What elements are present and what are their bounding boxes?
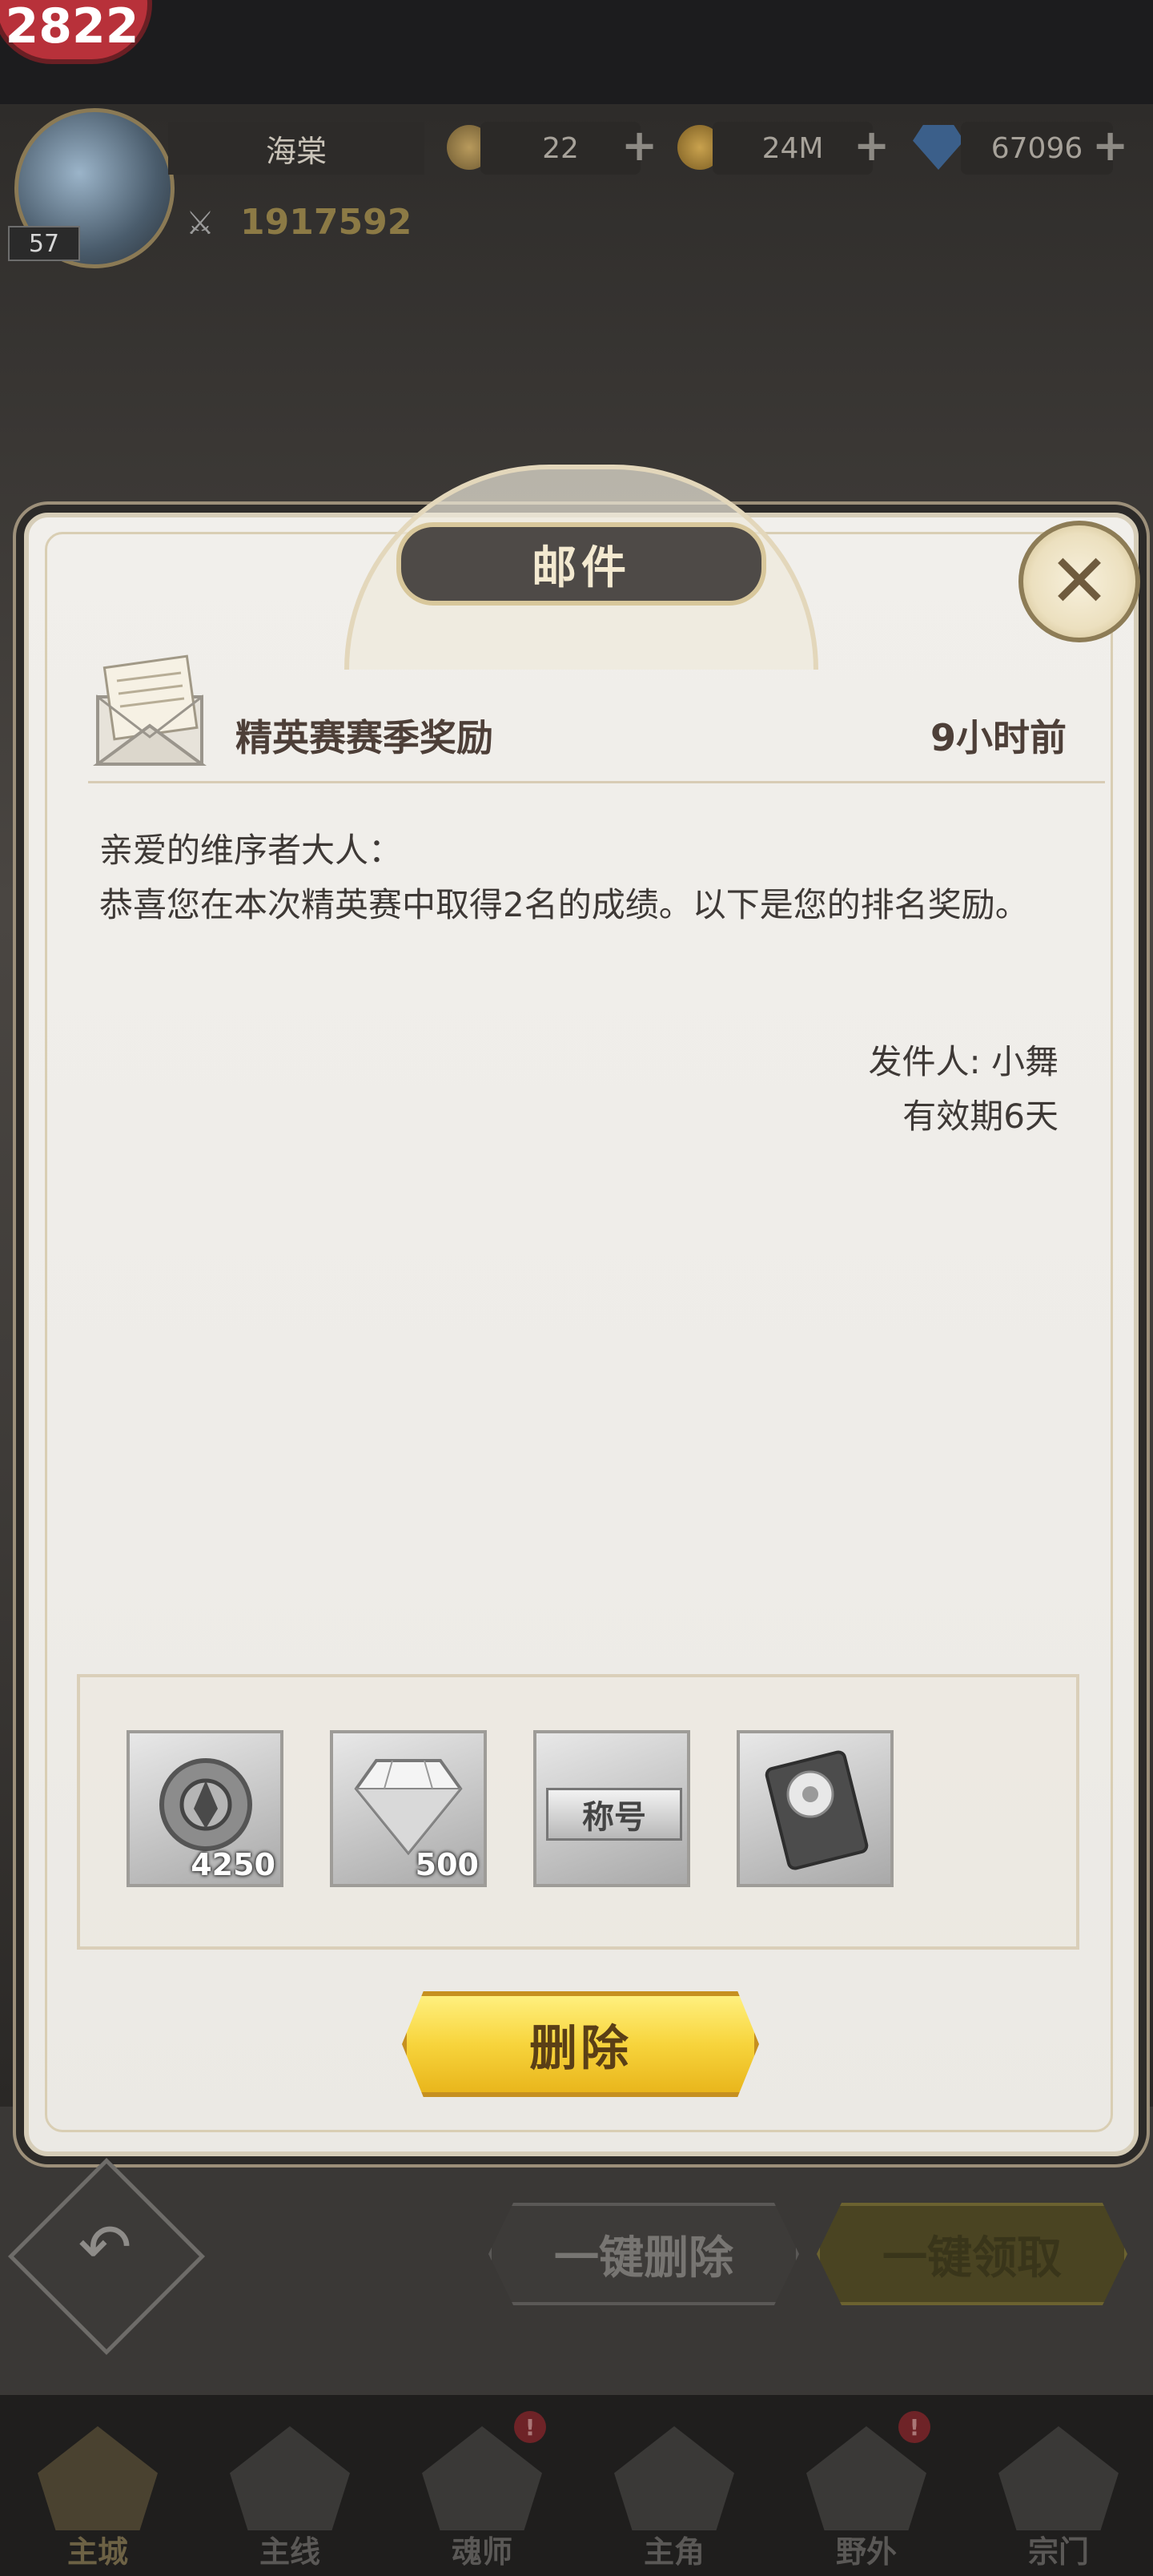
envelope-icon <box>93 654 207 766</box>
swords-icon: ⚔ <box>186 205 215 242</box>
player-name: 海棠 <box>168 122 424 175</box>
hero-icon <box>614 2426 734 2530</box>
modal-title: 邮件 <box>396 522 766 606</box>
reward-item-emblem[interactable]: 4250 <box>127 1730 283 1887</box>
nav-label: 野外 <box>835 2534 897 2570</box>
top-bar <box>0 0 1153 104</box>
add-diamonds-button[interactable]: + <box>1092 120 1128 171</box>
bulk-delete-button[interactable]: 一键删除 <box>488 2203 799 2305</box>
mail-time: 9小时前 <box>930 716 1067 759</box>
reward-item-title[interactable]: 称号 <box>533 1730 690 1887</box>
divider <box>88 781 1105 783</box>
reward-count: 4250 <box>191 1847 275 1882</box>
nav-item-main-story[interactable]: 主线 <box>210 2411 370 2571</box>
alert-badge: ! <box>898 2411 930 2443</box>
alert-badge: ! <box>514 2411 546 2443</box>
back-icon: ↶ <box>78 2209 132 2284</box>
nav-item-soul-master[interactable]: ! 魂师 <box>402 2411 562 2571</box>
sect-icon <box>998 2426 1119 2530</box>
reward-item-diamond[interactable]: 500 <box>330 1730 487 1887</box>
nav-item-main-city[interactable]: 主城 <box>18 2411 178 2571</box>
nav-label: 魂师 <box>451 2534 512 2570</box>
resource-value-diamonds: 67096 <box>961 122 1113 175</box>
resource-value-gold: 24M <box>713 122 873 175</box>
castle-icon <box>38 2426 158 2530</box>
combat-power: 1917592 <box>240 202 412 243</box>
delete-button[interactable]: 删除 <box>402 1991 759 2097</box>
nav-item-field[interactable]: ! 野外 <box>786 2411 946 2571</box>
nav-label: 主线 <box>259 2534 320 2570</box>
nav-label: 主城 <box>66 2534 128 2570</box>
mail-subject: 精英赛赛季奖励 <box>235 716 493 759</box>
nav-item-sect[interactable]: 宗门 <box>978 2411 1139 2571</box>
diamond-icon <box>354 1759 463 1856</box>
add-tokens-button[interactable]: + <box>621 120 657 171</box>
card-icon <box>765 1750 869 1870</box>
mail-body: 亲爱的维序者大人： 恭喜您在本次精英赛中取得2名的成绩。以下是您的排名奖励。 <box>99 823 1076 932</box>
mail-expiry: 有效期6天 <box>902 1097 1059 1136</box>
close-button[interactable]: ✕ <box>1018 521 1140 642</box>
nav-item-hero[interactable]: 主角 <box>594 2411 754 2571</box>
mail-content: 恭喜您在本次精英赛中取得2名的成绩。以下是您的排名奖励。 <box>99 885 1029 924</box>
mail-greeting: 亲爱的维序者大人： <box>99 831 403 870</box>
title-badge-icon: 称号 <box>546 1788 682 1841</box>
mail-sender: 发件人: 小舞 <box>868 1042 1059 1081</box>
bulk-claim-button[interactable]: 一键领取 <box>817 2203 1127 2305</box>
helmet-icon <box>230 2426 350 2530</box>
nav-label: 宗门 <box>1027 2534 1089 2570</box>
level-badge: 57 <box>8 226 80 261</box>
resource-value-tokens: 22 <box>480 122 641 175</box>
title-badge-label: 称号 <box>582 1799 646 1836</box>
nav-label: 主角 <box>643 2534 705 2570</box>
event-badge-text: 2822 <box>5 0 139 54</box>
reward-count: 500 <box>415 1847 479 1882</box>
add-gold-button[interactable]: + <box>854 120 890 171</box>
reward-item-card[interactable] <box>737 1730 894 1887</box>
